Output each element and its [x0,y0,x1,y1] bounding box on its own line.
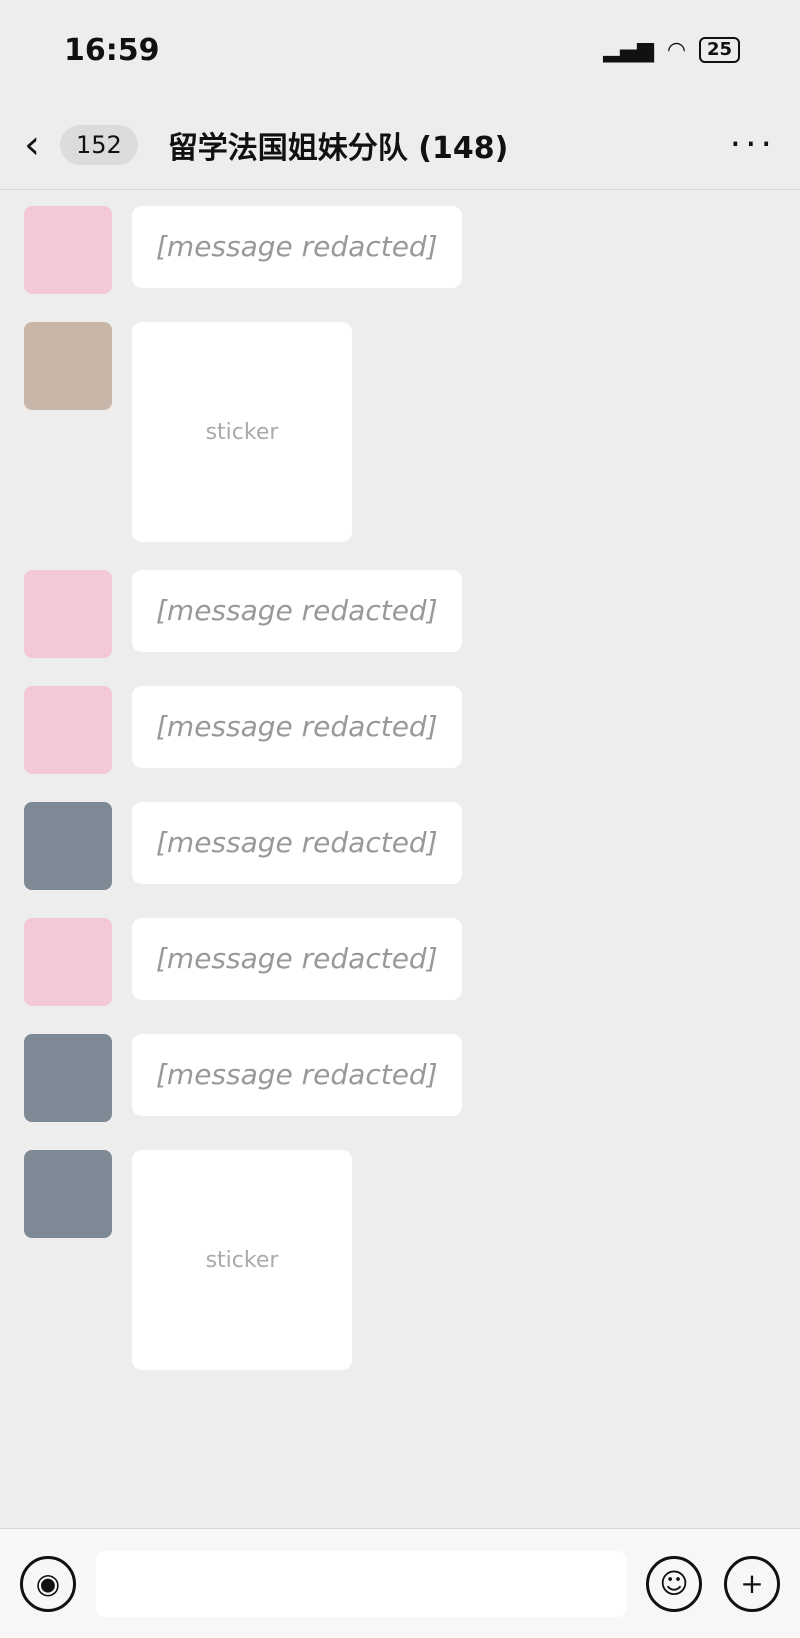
message-row: [message redacted] [24,918,776,1006]
sticker-image[interactable]: sticker [132,322,352,542]
voice-icon[interactable]: ◉ [20,1555,76,1612]
message-input[interactable] [96,1550,626,1617]
message-bubble[interactable]: [message redacted] [132,206,462,288]
message-row: [message redacted] [24,802,776,890]
avatar[interactable] [24,1150,112,1238]
battery-icon: 25 [698,37,740,63]
more-options-icon[interactable]: ··· [730,124,776,165]
avatar[interactable] [24,570,112,658]
wifi-icon: ◠ [668,37,685,63]
message-row: [message redacted] [24,206,776,294]
avatar[interactable] [24,322,112,410]
avatar[interactable] [24,802,112,890]
plus-icon[interactable]: + [724,1555,780,1612]
message-row: [message redacted] [24,1034,776,1122]
nav-bar: ‹ 152 留学法国姐妹分队 (148) ··· [0,100,800,190]
message-bubble[interactable]: [message redacted] [132,1034,462,1116]
status-time: 16:59 [64,32,160,68]
message-row: sticker [24,322,776,542]
back-arrow-icon[interactable]: ‹ [24,122,60,168]
message-bubble[interactable]: [message redacted] [132,918,462,1000]
chat-title: 留学法国姐妹分队 (148) [167,130,509,166]
message-row: [message redacted] [24,570,776,658]
message-row: sticker [24,1150,776,1370]
message-bubble[interactable]: [message redacted] [132,686,462,768]
avatar[interactable] [24,918,112,1006]
chat-list: [message redacted] sticker [message reda… [0,190,800,1414]
status-bar: 16:59 ▂▄▆ ◠ 25 [0,0,800,100]
message-bubble[interactable]: [message redacted] [132,570,462,652]
signal-icon: ▂▄▆ [603,37,655,63]
message-bubble[interactable]: [message redacted] [132,802,462,884]
avatar[interactable] [24,206,112,294]
avatar[interactable] [24,686,112,774]
emoji-icon[interactable]: ☺ [646,1555,702,1612]
input-bar: ◉ ☺ + [0,1528,800,1638]
unread-count-badge[interactable]: 152 [60,124,138,165]
avatar[interactable] [24,1034,112,1122]
sticker-image[interactable]: sticker [132,1150,352,1370]
message-row: [message redacted] [24,686,776,774]
